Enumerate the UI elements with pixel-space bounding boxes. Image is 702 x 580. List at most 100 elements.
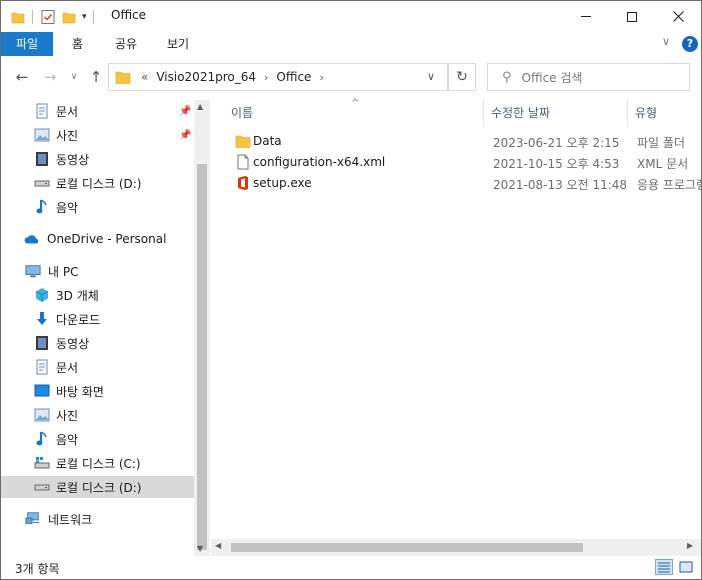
maximize-button[interactable] <box>609 1 655 32</box>
column-divider[interactable] <box>627 100 628 126</box>
this-pc-icon <box>25 263 41 279</box>
nav-item-label: 바탕 화면 <box>56 384 104 399</box>
scroll-left-icon[interactable]: ◀ <box>215 541 221 550</box>
file-list: ^ 이름 수정한 날짜 유형 Data 2023-06-21 오후 2:15 파… <box>211 98 701 556</box>
nav-item-label: 내 PC <box>48 264 79 279</box>
breadcrumb-chevron-icon[interactable]: › <box>319 71 323 84</box>
nav-item-drive-c[interactable]: 로컬 디스크 (C:) <box>1 452 194 474</box>
chevron-down-icon: ∨ <box>70 72 78 82</box>
file-list-horizontal-scrollbar[interactable]: ◀ ▶ <box>211 539 701 556</box>
tab-share[interactable]: 공유 <box>100 32 152 56</box>
nav-item-music-pc[interactable]: 음악 <box>1 428 194 450</box>
nav-item-drive-d-pc[interactable]: 로컬 디스크 (D:) <box>1 476 194 498</box>
breadcrumb-chevron-icon[interactable]: › <box>264 71 268 84</box>
file-row[interactable]: configuration-x64.xml 2021-10-15 오후 4:53… <box>221 151 701 173</box>
tab-file[interactable]: 파일 <box>1 32 54 56</box>
nav-item-drive-d[interactable]: 로컬 디스크 (D:) <box>1 172 194 194</box>
pin-icon[interactable]: 📌 <box>179 106 191 117</box>
forward-arrow-icon: → <box>43 68 57 86</box>
sort-ascending-icon: ^ <box>351 98 360 109</box>
status-bar: 3개 항목 <box>1 556 701 579</box>
recent-locations-button[interactable]: ∨ <box>64 67 84 87</box>
tab-view[interactable]: 보기 <box>152 32 204 56</box>
nav-item-label: 음악 <box>56 432 79 447</box>
scroll-up-icon[interactable]: ▲ <box>197 102 203 111</box>
nav-item-desktop[interactable]: 바탕 화면 <box>1 380 194 402</box>
scroll-right-icon[interactable]: ▶ <box>687 541 693 550</box>
file-type: 파일 폴더 <box>637 136 685 150</box>
scroll-down-icon[interactable]: ▼ <box>197 544 203 553</box>
details-view-button[interactable] <box>655 559 673 575</box>
folder-icon <box>11 12 25 24</box>
nav-item-videos-pc[interactable]: 동영상 <box>1 332 194 354</box>
file-name: configuration-x64.xml <box>253 155 386 169</box>
address-history-dropdown-icon[interactable]: ∨ <box>427 70 435 83</box>
file-row[interactable]: Data 2023-06-21 오후 2:15 파일 폴더 <box>221 130 701 152</box>
file-name: Data <box>253 134 282 148</box>
nav-item-downloads[interactable]: 다운로드 <box>1 308 194 330</box>
large-icons-view-icon <box>679 561 693 573</box>
breadcrumb-visio[interactable]: Visio2021pro_64 <box>156 70 256 84</box>
videos-icon <box>34 151 50 167</box>
nav-item-label: 3D 개체 <box>56 288 99 303</box>
new-folder-icon[interactable] <box>62 9 76 25</box>
scrollbar-thumb[interactable] <box>197 164 207 550</box>
qa-divider <box>92 10 94 24</box>
minimize-button[interactable] <box>563 1 609 32</box>
network-icon <box>25 511 41 527</box>
item-count: 3개 항목 <box>15 562 60 576</box>
xml-file-icon <box>237 154 249 170</box>
help-button[interactable]: ? <box>682 36 698 52</box>
properties-icon[interactable] <box>40 9 56 25</box>
nav-item-documents[interactable]: 문서 📌 <box>1 100 194 122</box>
videos-icon <box>34 335 50 351</box>
documents-icon <box>34 359 50 375</box>
expand-ribbon-icon[interactable]: ∨ <box>662 35 670 48</box>
pin-icon[interactable]: 📌 <box>179 130 191 141</box>
nav-item-onedrive[interactable]: OneDrive - Personal <box>1 228 194 250</box>
nav-item-pictures-pc[interactable]: 사진 <box>1 404 194 426</box>
search-box[interactable]: ⚲ Office 검색 <box>487 63 690 91</box>
pictures-icon <box>34 127 50 143</box>
file-date: 2021-08-13 오전 11:48 <box>493 178 628 192</box>
nav-item-this-pc[interactable]: 내 PC <box>1 260 194 282</box>
forward-button[interactable]: → <box>40 67 60 87</box>
nav-item-music[interactable]: 음악 <box>1 196 194 218</box>
folder-icon <box>115 71 131 84</box>
nav-item-label: 로컬 디스크 (D:) <box>56 176 142 191</box>
file-date: 2021-10-15 오후 4:53 <box>493 157 620 171</box>
desktop-icon <box>34 383 50 399</box>
ribbon-tabs: 파일 홈 공유 보기 ∨ ? <box>1 32 701 56</box>
search-icon: ⚲ <box>502 69 512 85</box>
file-date: 2023-06-21 오후 2:15 <box>493 136 620 150</box>
nav-item-label: 사진 <box>56 128 79 143</box>
maximize-icon <box>627 11 637 22</box>
refresh-button[interactable]: ↻ <box>448 63 476 91</box>
column-divider[interactable] <box>483 100 484 126</box>
nav-item-label: 로컬 디스크 (D:) <box>56 480 142 495</box>
qa-customize-icon[interactable]: ▾ <box>82 12 87 22</box>
tab-home[interactable]: 홈 <box>57 32 98 56</box>
up-button[interactable]: ↑ <box>86 67 106 87</box>
column-header-date[interactable]: 수정한 날짜 <box>491 100 550 126</box>
nav-item-label: 다운로드 <box>56 312 101 327</box>
nav-item-pictures[interactable]: 사진 📌 <box>1 124 194 146</box>
back-button[interactable]: ← <box>12 67 32 87</box>
title-bar: ▾ Office <box>1 1 701 32</box>
nav-item-network[interactable]: 네트워크 <box>1 508 194 530</box>
nav-item-documents-pc[interactable]: 문서 <box>1 356 194 378</box>
breadcrumb-overflow[interactable]: « <box>141 70 148 84</box>
close-icon <box>672 11 684 22</box>
nav-pane-scrollbar[interactable]: ▲ ▼ <box>194 100 210 556</box>
column-header-type[interactable]: 유형 <box>635 100 657 126</box>
nav-item-videos[interactable]: 동영상 <box>1 148 194 170</box>
close-button[interactable] <box>655 1 701 32</box>
3d-objects-icon <box>34 287 50 303</box>
scrollbar-thumb[interactable] <box>231 543 583 552</box>
breadcrumb-office[interactable]: Office <box>276 70 311 84</box>
address-bar[interactable]: « Visio2021pro_64 › Office › ∨ <box>108 63 448 91</box>
nav-item-3d-objects[interactable]: 3D 개체 <box>1 284 194 306</box>
file-row[interactable]: setup.exe 2021-08-13 오전 11:48 응용 프로그램 <box>221 172 701 194</box>
column-header-name[interactable]: 이름 <box>231 100 253 126</box>
large-icons-view-button[interactable] <box>677 559 695 575</box>
